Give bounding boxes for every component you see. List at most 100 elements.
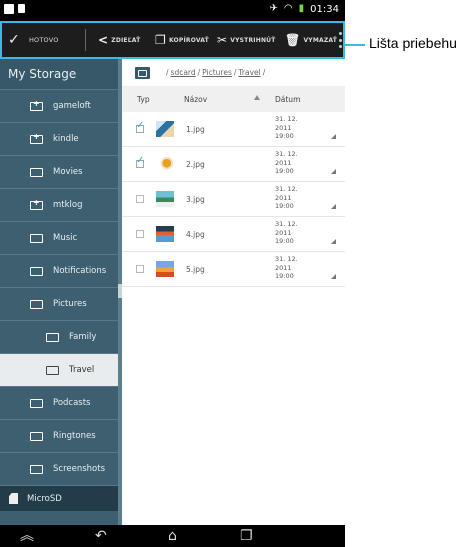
sidebar-item-label: MicroSD bbox=[27, 493, 62, 504]
image-icon bbox=[4, 4, 14, 14]
sidebar-item-label: Travel bbox=[69, 365, 95, 375]
done-button[interactable]: ✓ HOTOVO bbox=[8, 23, 59, 57]
sidebar-item-ringtones[interactable]: Ringtones bbox=[0, 419, 122, 452]
action-divider bbox=[85, 29, 86, 51]
folder-icon bbox=[30, 398, 43, 408]
breadcrumb-separator: / bbox=[197, 68, 201, 77]
breadcrumb-separator: / bbox=[233, 68, 237, 77]
sidebar-item-screenshots[interactable]: Screenshots bbox=[0, 452, 122, 485]
breadcrumb-pictures[interactable]: Pictures bbox=[202, 68, 232, 77]
sidebar-item-label: Podcasts bbox=[53, 398, 91, 408]
share-label: ZDIEĽAŤ bbox=[111, 36, 141, 44]
file-row[interactable]: 2.jpg 31. 12. 2011 19:00 bbox=[122, 147, 345, 182]
column-header-row: Typ Názov Dátum bbox=[122, 86, 345, 112]
folder-icon bbox=[30, 299, 43, 309]
sidebar-item-microsd[interactable]: MicroSD bbox=[0, 485, 122, 511]
image-thumbnail bbox=[156, 261, 174, 277]
file-row[interactable]: 1.jpg 31. 12. 2011 19:00 bbox=[122, 112, 345, 147]
file-name: 1.jpg bbox=[186, 125, 205, 134]
back-icon[interactable]: ↶ bbox=[95, 529, 107, 543]
cut-button[interactable]: ✂ VYSTRIHNÚŤ bbox=[217, 23, 276, 57]
image-thumbnail bbox=[156, 121, 174, 137]
file-checkbox[interactable] bbox=[136, 120, 144, 133]
sd-card-icon bbox=[9, 493, 18, 504]
file-date: 31. 12. 2011 19:00 bbox=[275, 255, 298, 280]
action-bar: ✓ HOTOVO < ZDIEĽAŤ ❐ KOPÍROVAŤ ✂ VYSTRIH… bbox=[0, 21, 345, 59]
sidebar-item-label: gameloft bbox=[53, 101, 91, 111]
sidebar-item-kindle[interactable]: kindle bbox=[0, 122, 122, 155]
sidebar-item-pictures[interactable]: Pictures bbox=[0, 287, 122, 320]
image-thumbnail bbox=[156, 156, 174, 172]
folder-icon bbox=[46, 365, 59, 375]
sidebar-item-family[interactable]: Family bbox=[0, 320, 122, 353]
row-corner-icon bbox=[331, 134, 336, 139]
sidebar-item-mtklog[interactable]: mtklog bbox=[0, 188, 122, 221]
file-checkbox[interactable] bbox=[136, 195, 144, 203]
done-label: HOTOVO bbox=[28, 36, 59, 44]
collapse-icon[interactable]: ︽ bbox=[20, 529, 34, 543]
scissors-icon: ✂ bbox=[217, 33, 228, 47]
clock: 01:34 bbox=[310, 3, 339, 15]
delete-label: VYMAZAŤ bbox=[303, 36, 338, 44]
folder-icon bbox=[46, 332, 59, 342]
sidebar-item-travel[interactable]: Travel bbox=[0, 353, 122, 386]
folder-icon bbox=[30, 167, 43, 177]
copy-label: KOPÍROVAŤ bbox=[168, 36, 209, 44]
sidebar-header: My Storage bbox=[0, 59, 122, 89]
file-name: 5.jpg bbox=[186, 265, 205, 274]
folder-icon bbox=[30, 266, 43, 276]
file-name: 2.jpg bbox=[186, 160, 205, 169]
sidebar-item-music[interactable]: Music bbox=[0, 221, 122, 254]
file-checkbox[interactable] bbox=[136, 155, 144, 168]
folder-icon bbox=[30, 464, 43, 474]
sidebar-item-notifications[interactable]: Notifications bbox=[0, 254, 122, 287]
file-icon bbox=[18, 4, 25, 13]
sidebar-item-label: Movies bbox=[53, 167, 83, 177]
column-header-type[interactable]: Typ bbox=[137, 95, 150, 104]
folder-plus-icon bbox=[30, 198, 43, 210]
column-header-date[interactable]: Dátum bbox=[275, 95, 300, 104]
column-header-name[interactable]: Názov bbox=[184, 95, 207, 104]
sidebar: My Storage gameloft kindle Movies mtklog… bbox=[0, 59, 122, 525]
folder-icon bbox=[30, 233, 43, 243]
callout-line bbox=[345, 44, 365, 46]
more-options-button[interactable] bbox=[339, 32, 342, 48]
sidebar-item-label: Pictures bbox=[53, 299, 87, 309]
status-bar: ✈ ◠ ▮ 01:34 bbox=[0, 0, 345, 20]
sidebar-item-label: Ringtones bbox=[53, 431, 96, 441]
file-row[interactable]: 5.jpg 31. 12. 2011 19:00 bbox=[122, 252, 345, 287]
row-corner-icon bbox=[331, 274, 336, 279]
share-icon: < bbox=[98, 33, 109, 47]
delete-button[interactable]: 🗑 VYMAZAŤ bbox=[285, 23, 337, 57]
row-corner-icon bbox=[331, 204, 336, 209]
file-checkbox[interactable] bbox=[136, 230, 144, 238]
home-icon[interactable]: ⌂ bbox=[168, 529, 177, 543]
up-folder-icon[interactable] bbox=[135, 66, 150, 79]
trash-icon: 🗑 bbox=[285, 33, 301, 47]
sidebar-item-movies[interactable]: Movies bbox=[0, 155, 122, 188]
file-date: 31. 12. 2011 19:00 bbox=[275, 150, 298, 175]
file-name: 3.jpg bbox=[186, 195, 205, 204]
sidebar-item-label: Family bbox=[69, 332, 97, 342]
sidebar-item-podcasts[interactable]: Podcasts bbox=[0, 386, 122, 419]
sidebar-item-label: kindle bbox=[53, 134, 79, 144]
navigation-bar: ︽ ↶ ⌂ ❐ bbox=[0, 525, 345, 547]
breadcrumb-travel[interactable]: Travel bbox=[238, 68, 260, 77]
file-row[interactable]: 4.jpg 31. 12. 2011 19:00 bbox=[122, 217, 345, 252]
recent-apps-icon[interactable]: ❐ bbox=[240, 529, 253, 543]
wifi-icon: ◠ bbox=[283, 3, 293, 14]
copy-button[interactable]: ❐ KOPÍROVAŤ bbox=[155, 23, 209, 57]
file-date: 31. 12. 2011 19:00 bbox=[275, 220, 298, 245]
file-row[interactable]: 3.jpg 31. 12. 2011 19:00 bbox=[122, 182, 345, 217]
sidebar-item-gameloft[interactable]: gameloft bbox=[0, 89, 122, 122]
image-thumbnail bbox=[156, 191, 174, 207]
breadcrumb-sdcard[interactable]: sdcard bbox=[171, 68, 196, 77]
callout-label: Lišta priebehu bbox=[369, 35, 457, 51]
checkmark-icon: ✓ bbox=[8, 32, 20, 48]
file-date: 31. 12. 2011 19:00 bbox=[275, 115, 298, 140]
share-button[interactable]: < ZDIEĽAŤ bbox=[98, 23, 140, 57]
file-checkbox[interactable] bbox=[136, 265, 144, 273]
breadcrumb: / sdcard / Pictures / Travel / bbox=[122, 59, 345, 86]
row-corner-icon bbox=[331, 169, 336, 174]
cut-label: VYSTRIHNÚŤ bbox=[230, 36, 276, 44]
